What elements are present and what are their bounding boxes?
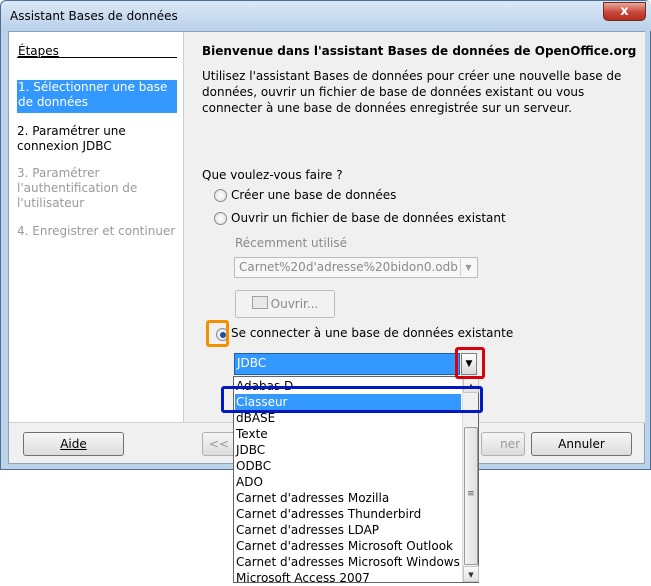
database-type-select[interactable]: JDBC — [234, 353, 460, 375]
dropdown-item[interactable]: Carnet d'adresses Mozilla — [235, 490, 461, 506]
step-select-database[interactable]: 1. Sélectionner une base de données — [17, 80, 177, 113]
dropdown-item[interactable]: JDBC — [235, 442, 461, 458]
dropdown-item[interactable]: Carnet d'adresses LDAP — [235, 522, 461, 538]
step-authentication: 3. Paramétrer l'authentification de l'ut… — [17, 166, 177, 211]
chevron-down-icon: ▼ — [460, 259, 476, 276]
dropdown-item[interactable]: Carnet d'adresses Microsoft Windows — [235, 554, 461, 570]
finish-button: ner — [481, 432, 525, 456]
dropdown-item[interactable]: ODBC — [235, 458, 461, 474]
step-label: Paramétrer une connexion JDBC — [17, 124, 126, 153]
steps-heading: Étapes — [18, 44, 59, 58]
option-create-label: Créer une base de données — [231, 188, 397, 202]
title-bar[interactable]: Assistant Bases de données x — [1, 1, 651, 31]
option-connect-label: Se connecter à une base de données exist… — [231, 326, 514, 340]
cancel-button[interactable]: Annuler — [531, 432, 632, 456]
close-button[interactable]: x — [603, 2, 646, 21]
question-label: Que voulez-vous faire ? — [202, 168, 343, 182]
dropdown-item[interactable]: Carnet d'adresses Thunderbird — [235, 506, 461, 522]
content-panel: Bienvenue dans l'assistant Bases de donn… — [185, 32, 645, 422]
step-save-continue: 4. Enregistrer et continuer — [17, 224, 177, 239]
intro-text: Utilisez l'assistant Bases de données po… — [202, 69, 622, 115]
radio-open[interactable] — [214, 212, 227, 225]
window-title: Assistant Bases de données — [10, 9, 178, 23]
highlight-dropdown-arrow — [455, 347, 485, 379]
recent-label: Récemment utilisé — [235, 236, 347, 250]
folder-open-icon — [251, 296, 268, 309]
dropdown-item[interactable]: Carnet d'adresses Microsoft Outlook — [235, 538, 461, 554]
step-number: 2. — [17, 124, 29, 138]
grip-icon: ≡ — [467, 489, 475, 499]
dropdown-item[interactable]: Texte — [235, 426, 461, 442]
step-label: Enregistrer et continuer — [32, 224, 176, 238]
highlight-classeur-item — [221, 386, 483, 413]
dropdown-item[interactable]: ADO — [235, 474, 461, 490]
steps-divider — [17, 57, 177, 58]
page-title: Bienvenue dans l'assistant Bases de donn… — [202, 44, 637, 58]
recent-files-value: Carnet%20d'adresse%20bidon0.odb — [239, 260, 458, 274]
scroll-down-icon[interactable]: ▼ — [463, 566, 479, 582]
open-button-label: Ouvrir... — [270, 297, 319, 311]
database-type-value: JDBC — [237, 356, 267, 370]
steps-panel: Étapes 1. Sélectionner une base de donné… — [9, 32, 184, 422]
radio-create[interactable] — [214, 189, 227, 202]
recent-files-combo: Carnet%20d'adresse%20bidon0.odb — [234, 257, 478, 278]
option-open-label: Ouvrir un fichier de base de données exi… — [231, 211, 506, 225]
step-label: Sélectionner une base de données — [18, 80, 168, 109]
highlight-connect-radio — [206, 320, 229, 347]
close-icon: x — [620, 4, 629, 19]
help-button[interactable]: Aide — [23, 432, 124, 456]
step-label: Paramétrer l'authentification de l'utili… — [17, 166, 138, 210]
step-number: 3. — [17, 166, 29, 180]
step-jdbc-connection[interactable]: 2. Paramétrer une connexion JDBC — [17, 124, 177, 154]
open-button: Ouvrir... — [235, 290, 335, 318]
step-number: 1. — [18, 80, 30, 94]
help-button-label: Aide — [60, 437, 87, 451]
step-number: 4. — [17, 224, 29, 238]
